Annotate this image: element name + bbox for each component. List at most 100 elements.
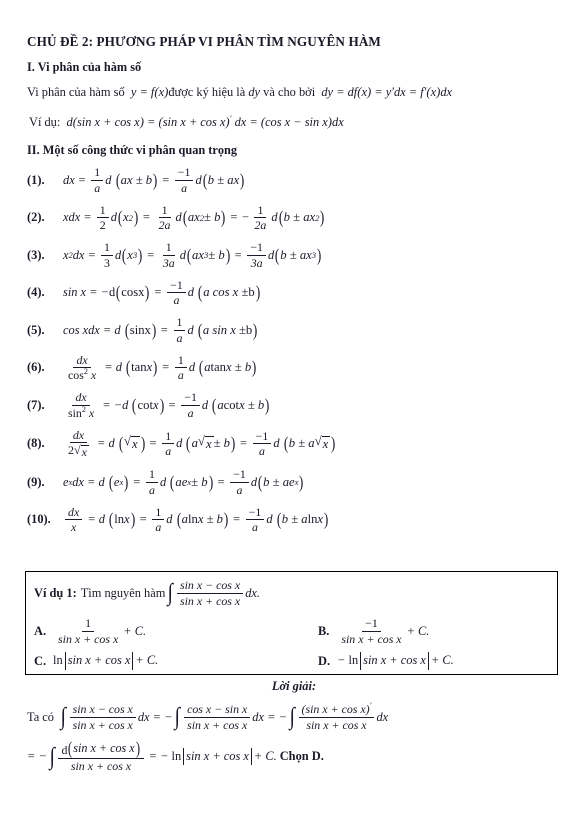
fraction-numerator: dx: [69, 429, 88, 444]
option-a-tail: + C.: [123, 623, 147, 638]
fraction-denominator: sin2 x: [68, 404, 95, 420]
formula-row: (6). dx cos2 x = d (tan x) = 1ad (a tan x…: [27, 354, 561, 382]
formula-number: (9).: [27, 474, 45, 489]
fraction-numerator: −1: [167, 279, 186, 294]
abs-bar-icon: [132, 652, 134, 670]
fraction-numerator: 1: [96, 204, 109, 219]
formula-number: (10).: [27, 512, 51, 527]
fraction-denominator: 2a: [158, 218, 171, 233]
formula-dy-expansion: dy = df(x) = y′dx = f′(x)dx: [318, 84, 453, 99]
fraction-numerator: 1: [158, 204, 171, 219]
fraction-denominator: a: [187, 405, 194, 420]
differential: dx: [376, 709, 389, 724]
fraction-numerator: dx: [72, 391, 90, 406]
differential: dx = −: [137, 709, 173, 724]
solution-result: = − ln sin x + cos x + C.: [146, 747, 277, 766]
fraction-denominator: sin x + cos x: [70, 758, 132, 773]
solution-fraction: sin x − cos x sin x + cos x: [69, 703, 136, 732]
fraction-denominator: 3: [103, 255, 110, 270]
fraction-denominator: cos2 x: [68, 367, 97, 383]
option-c-expression: ln sin x + cos x + C.: [53, 652, 158, 670]
fraction-numerator: 1: [82, 617, 95, 632]
fraction-numerator: −1: [252, 430, 272, 445]
section1-text-b: được ký hiệu là: [168, 84, 246, 99]
option-a-fraction: 1 sin x + cos x: [55, 617, 121, 645]
formula-number: (4).: [27, 285, 45, 300]
formula-expression: x 2 dx = 1 3 d(x 3) = 1 3a d(ax 3 ± b) = −1 3a d(b…: [63, 240, 322, 270]
fraction-numerator: −1: [245, 506, 265, 521]
option-d-expression: − ln sin x + cos x + C.: [337, 652, 454, 670]
answer-options: A. 1 sin x + cos x + C. B. −1 sin x + co…: [34, 617, 549, 674]
option-letter: C.: [34, 653, 47, 668]
fraction-denominator: sin x + cos x: [72, 717, 133, 732]
formula-number: (3).: [27, 247, 45, 262]
formula-expression: sin x = − d(cosx) = −1 a d (a cos x ± b): [63, 277, 260, 308]
abs-bar-icon: [427, 652, 429, 670]
integrand-fraction: sin x − cos x sin x + cos x: [176, 579, 244, 607]
solution-fraction: cos x − sin x sin x + cos x: [184, 703, 251, 732]
integral-icon: ∫: [60, 703, 67, 731]
fraction-numerator: −1: [181, 391, 200, 406]
fraction-denominator: sin x + cos x: [306, 717, 367, 732]
example-label: Ví dụ 1:: [34, 585, 77, 600]
formula-expression: dx sin2 x = −d (cot x) = −1 a d (a cot x ± …: [63, 391, 270, 419]
formula-row: (4). sin x = − d(cosx) = −1 a d (a cos x ± …: [27, 279, 561, 307]
formula-number: (7).: [27, 397, 45, 412]
option-d[interactable]: D. − ln sin x + cos x + C.: [318, 652, 454, 670]
example-inline-paragraph: Ví dụ: d(sin x + cos x) = (sin x + cos x…: [29, 113, 561, 132]
fraction-denominator: a: [259, 444, 265, 459]
fraction-numerator: dx: [73, 354, 91, 369]
option-letter: B.: [318, 623, 330, 638]
formula-number: (2).: [27, 210, 45, 225]
option-a[interactable]: A. 1 sin x + cos x + C.: [34, 617, 318, 645]
abs-bar-icon: [64, 652, 66, 670]
formula-row: (1). dx = 1ad (ax ± b) = −1 a d(b ± ax): [27, 166, 561, 194]
integrand-differential: dx.: [245, 585, 260, 600]
fraction-numerator: sin x − cos x: [69, 703, 136, 718]
option-letter: A.: [34, 623, 47, 638]
formula-expression: dx x = d (ln x) = 1ad (a ln x ± b) = −1 a d…: [63, 506, 329, 534]
abs-bar-icon: [183, 747, 185, 766]
sqrt-icon: √ x: [73, 443, 89, 460]
option-letter: D.: [318, 653, 331, 668]
example-inline-formula: d(sin x + cos x) = (sin x + cos x)′ dx =…: [63, 112, 344, 129]
fraction-numerator: 1: [91, 166, 104, 181]
formula-number: (6).: [27, 360, 45, 375]
integral-icon: ∫: [175, 703, 181, 731]
section1-paragraph: Vi phân của hàm số y = f(x)được ký hiệu …: [27, 83, 561, 102]
option-b-fraction: −1 sin x + cos x: [338, 617, 404, 645]
formula-number: (5).: [27, 322, 45, 337]
fraction-numerator: d(sin x + cos x): [58, 739, 144, 759]
formula-dy: dy: [248, 84, 261, 99]
example-inline-label: Ví dụ:: [29, 114, 61, 129]
option-c[interactable]: C. ln sin x + cos x + C.: [34, 652, 318, 670]
solution-heading: Lời giải:: [271, 679, 317, 693]
fraction-denominator: a: [165, 444, 172, 459]
document-content: CHỦ ĐỀ 2: PHƯƠNG PHÁP VI PHÂN TÌM NGUYÊN…: [27, 34, 561, 543]
formula-row: (7). dx sin2 x = −d (cot x) = −1 a d (a cot…: [27, 391, 561, 419]
fraction-numerator: 1: [146, 468, 158, 483]
fraction-denominator: 2: [99, 218, 106, 233]
section-heading-2: II. Một số công thức vi phân quan trọng: [27, 142, 237, 157]
abs-bar-icon: [250, 747, 252, 766]
equals-minus: = −: [27, 749, 47, 763]
option-b[interactable]: B. −1 sin x + cos x + C.: [318, 617, 429, 645]
example-box: Ví dụ 1: Tìm nguyên hàm ∫ sin x − cos x …: [25, 571, 558, 675]
formula-row: (8). dx 2 √ x = d (√ x) = 1ad (a √ x ± b) = −1…: [27, 429, 561, 459]
abs-bar-icon: [360, 652, 362, 670]
fraction-numerator: cos x − sin x: [184, 703, 251, 718]
fraction-denominator: a: [252, 520, 258, 535]
fraction-numerator: 1: [100, 241, 113, 256]
section1-text-a: Vi phân của hàm số: [27, 84, 125, 99]
formula-list: (1). dx = 1ad (ax ± b) = −1 a d(b ± ax) (2…: [27, 166, 561, 534]
integral-icon: ∫: [289, 703, 295, 731]
differential: dx = −: [252, 709, 287, 724]
option-row: C. ln sin x + cos x + C. D. − ln sin x + co…: [34, 648, 549, 674]
fraction-numerator: 1: [173, 316, 186, 331]
formula-expression: dx = 1ad (ax ± b) = −1 a d(b ± ax): [63, 165, 245, 195]
fraction-numerator: −1: [247, 241, 266, 256]
formula-row: (2). xdx = 1 2 d(x 2) = 1 2a d(ax 2 ± b) = −1 2…: [27, 204, 561, 232]
fraction-denominator: sin x + cos x: [187, 717, 248, 732]
formula-y-fx: y = f(x): [127, 84, 169, 99]
example-question: Ví dụ 1: Tìm nguyên hàm ∫ sin x − cos x …: [34, 579, 549, 607]
